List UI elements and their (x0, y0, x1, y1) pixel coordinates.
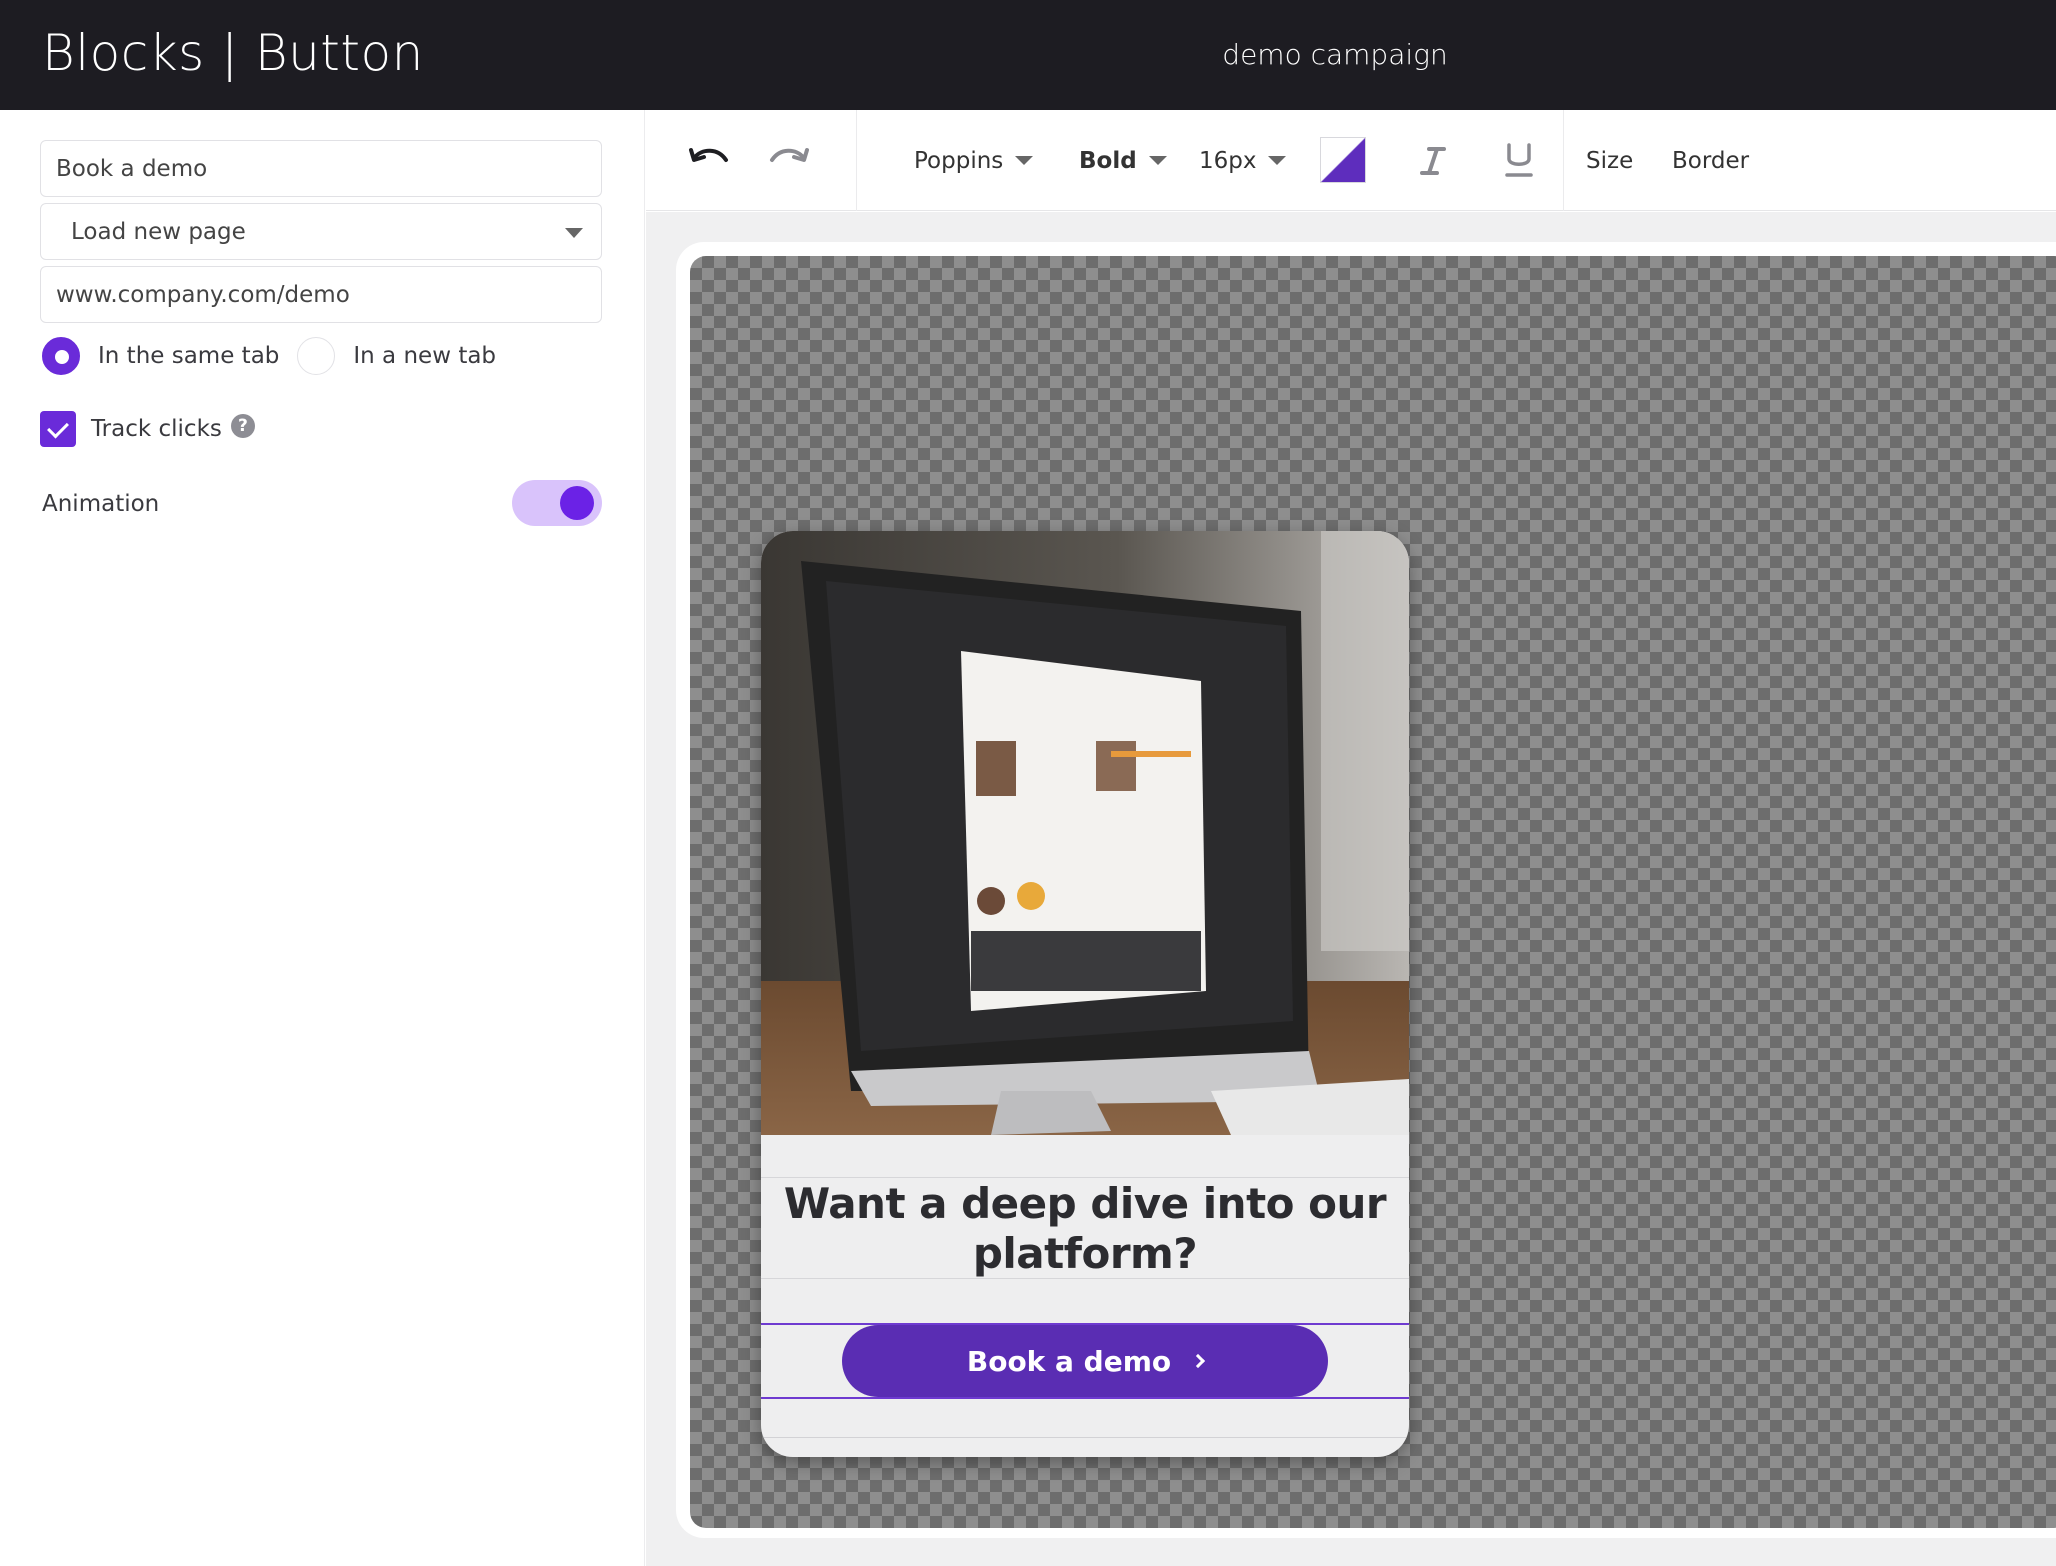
button-text-value: Book a demo (56, 155, 208, 182)
track-clicks-checkbox[interactable] (40, 411, 76, 447)
undo-button[interactable] (688, 110, 730, 211)
toolbar-divider (856, 110, 857, 211)
text-toolbar: Poppins Bold 16px Size Border (646, 110, 2056, 211)
animation-toggle[interactable] (512, 480, 602, 526)
redo-icon (770, 147, 809, 162)
card-divider (761, 1437, 1409, 1438)
chevron-down-icon (1148, 156, 1167, 165)
preview-card: Want a deep dive into our platform? Book… (761, 531, 1409, 1457)
track-clicks-row: Track clicks ? (40, 411, 255, 447)
font-size-value: 16px (1199, 147, 1257, 174)
campaign-name[interactable]: demo campaign (0, 38, 2056, 71)
underline-icon (1505, 142, 1533, 177)
chevron-down-icon (1268, 156, 1287, 165)
animation-label: Animation (42, 491, 160, 517)
font-weight-value: Bold (1079, 147, 1137, 174)
app-header: Blocks | Button demo campaign (0, 0, 2056, 110)
border-menu[interactable]: Border (1672, 110, 1749, 211)
url-value: www.company.com/demo (56, 281, 350, 308)
book-demo-button-label: Book a demo (966, 1344, 1172, 1378)
chevron-down-icon (565, 228, 583, 238)
settings-panel: Book a demo Load new page www.company.co… (0, 110, 645, 1566)
font-size-dropdown[interactable]: 16px (1199, 110, 1287, 211)
open-target-group: In the same tab In a new tab (42, 336, 514, 376)
border-menu-label: Border (1672, 147, 1750, 174)
font-weight-dropdown[interactable]: Bold (1079, 110, 1167, 211)
url-input[interactable]: www.company.com/demo (40, 266, 602, 323)
radio-new-tab-label[interactable]: In a new tab (353, 343, 496, 369)
font-family-value: Poppins (914, 147, 1004, 174)
toggle-knob (560, 486, 594, 520)
action-select[interactable]: Load new page (40, 203, 602, 260)
toolbar-divider (1563, 110, 1564, 211)
track-clicks-label[interactable]: Track clicks (91, 416, 222, 442)
help-icon[interactable]: ? (230, 414, 255, 438)
size-menu[interactable]: Size (1586, 110, 1633, 211)
chevron-right-icon (1191, 1353, 1206, 1369)
chevron-down-icon (1015, 156, 1034, 165)
radio-same-tab-label[interactable]: In the same tab (98, 343, 279, 369)
radio-same-tab[interactable] (42, 337, 80, 375)
book-demo-button[interactable]: Book a demo (842, 1325, 1328, 1397)
underline-button[interactable] (1504, 110, 1534, 211)
action-select-value: Load new page (71, 218, 246, 245)
redo-button[interactable] (768, 110, 810, 211)
button-text-input[interactable]: Book a demo (40, 140, 602, 197)
animation-row: Animation (42, 480, 604, 526)
italic-icon (1420, 146, 1446, 175)
font-family-dropdown[interactable]: Poppins (914, 110, 1034, 211)
text-color-swatch[interactable] (1320, 137, 1366, 183)
italic-button[interactable] (1420, 110, 1446, 211)
radio-new-tab[interactable] (297, 337, 336, 375)
undo-icon (689, 147, 728, 162)
desktop-computer-image (761, 531, 1409, 1135)
preview-heading[interactable]: Want a deep dive into our platform? (761, 1179, 1409, 1279)
size-menu-label: Size (1586, 147, 1634, 174)
